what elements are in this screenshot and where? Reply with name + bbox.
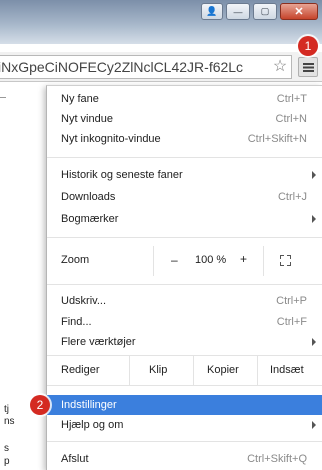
- step-badge-1: 1: [298, 36, 318, 56]
- menu-item-shortcut: Ctrl+N: [275, 113, 307, 125]
- page-fragment-line: [0, 97, 6, 98]
- step-badge-2: 2: [30, 395, 50, 415]
- menu-item-shortcut: Ctrl+J: [277, 191, 307, 203]
- url-input[interactable]: [0, 57, 278, 77]
- zoom-row: Zoom – 100 % +: [47, 246, 322, 276]
- menu-item-settings[interactable]: Indstillinger: [47, 395, 322, 415]
- menu-item-shortcut: Ctrl+T: [276, 93, 307, 105]
- submenu-arrow-icon: [312, 215, 316, 223]
- page-fragment-text: ns: [4, 416, 15, 427]
- menu-item-shortcut: Ctrl+F: [276, 316, 307, 328]
- menu-item-label: Afslut: [61, 453, 89, 465]
- menu-item-help[interactable]: Hjælp og om: [47, 415, 322, 435]
- menu-item-label: Hjælp og om: [61, 419, 124, 431]
- maximize-button[interactable]: ▢: [253, 3, 277, 20]
- menu-item-label: Find...: [61, 316, 92, 328]
- edit-divider: [129, 355, 130, 385]
- user-icon[interactable]: 👤: [201, 3, 223, 20]
- zoom-label: Zoom: [61, 254, 90, 266]
- toolbar: ☆: [0, 52, 322, 82]
- page-fragment-text: p: [4, 456, 10, 467]
- window-titlebar: 👤 — ▢ ✕: [0, 0, 322, 44]
- menu-item-exit[interactable]: Afslut Ctrl+Skift+Q: [47, 449, 322, 469]
- menu-item-new-window[interactable]: Nyt vindue Ctrl+N: [47, 109, 322, 129]
- page-fragment-text: s: [4, 443, 9, 454]
- submenu-arrow-icon: [312, 421, 316, 429]
- menu-item-find[interactable]: Find... Ctrl+F: [47, 312, 322, 332]
- menu-separator: [47, 237, 322, 238]
- edit-divider: [193, 355, 194, 385]
- edit-label: Rediger: [61, 364, 100, 376]
- hamburger-menu-icon: [302, 62, 314, 72]
- edit-row: Rediger Klip Kopier Indsæt: [47, 355, 322, 385]
- menu-item-label: Downloads: [61, 191, 116, 203]
- zoom-level: 100 %: [195, 254, 227, 266]
- menu-item-label: Nyt inkognito-vindue: [61, 133, 161, 145]
- menu-item-label: Indstillinger: [61, 399, 117, 411]
- cut-button[interactable]: Klip: [149, 364, 167, 376]
- submenu-arrow-icon: [312, 338, 316, 346]
- menu-item-shortcut: Ctrl+Skift+N: [247, 133, 307, 145]
- close-button[interactable]: ✕: [280, 3, 318, 20]
- menu-item-shortcut: Ctrl+Skift+Q: [247, 453, 307, 465]
- menu-item-label: Historik og seneste faner: [61, 169, 183, 181]
- menu-separator: [47, 385, 322, 386]
- menu-item-label: Nyt vindue: [61, 113, 113, 125]
- menu-item-label: Ny fane: [61, 93, 99, 105]
- menu-item-history[interactable]: Historik og seneste faner: [47, 165, 322, 185]
- menu-item-new-tab[interactable]: Ny fane Ctrl+T: [47, 89, 322, 109]
- fullscreen-icon[interactable]: [280, 255, 291, 266]
- menu-item-label: Flere værktøjer: [61, 336, 136, 348]
- menu-item-shortcut: Ctrl+P: [276, 295, 307, 307]
- menu-item-new-incognito-window[interactable]: Nyt inkognito-vindue Ctrl+Skift+N: [47, 129, 322, 149]
- omnibox[interactable]: ☆: [0, 55, 292, 79]
- menu-item-more-tools[interactable]: Flere værktøjer: [47, 332, 322, 352]
- menu-item-label: Udskriv...: [61, 295, 107, 307]
- copy-button[interactable]: Kopier: [207, 364, 239, 376]
- menu-separator: [47, 284, 322, 285]
- page-fragment-text: tj: [4, 404, 9, 415]
- zoom-in-button[interactable]: +: [240, 252, 247, 266]
- window-controls: 👤 — ▢ ✕: [201, 3, 318, 20]
- bookmark-star-icon[interactable]: ☆: [270, 57, 290, 77]
- menu-separator: [47, 157, 322, 158]
- menu-item-label: Bogmærker: [61, 213, 119, 225]
- menu-separator: [47, 441, 322, 442]
- menu-item-print[interactable]: Udskriv... Ctrl+P: [47, 291, 322, 311]
- submenu-arrow-icon: [312, 171, 316, 179]
- edit-divider: [257, 355, 258, 385]
- zoom-out-button[interactable]: –: [171, 253, 178, 267]
- zoom-divider: [153, 246, 154, 276]
- menu-item-bookmarks[interactable]: Bogmærker: [47, 209, 322, 229]
- zoom-divider: [263, 246, 264, 276]
- menu-item-downloads[interactable]: Downloads Ctrl+J: [47, 187, 322, 207]
- chrome-menu-button[interactable]: [298, 57, 318, 77]
- paste-button[interactable]: Indsæt: [270, 364, 304, 376]
- minimize-button[interactable]: —: [226, 3, 250, 20]
- chrome-main-menu: Ny fane Ctrl+T Nyt vindue Ctrl+N Nyt ink…: [46, 85, 322, 470]
